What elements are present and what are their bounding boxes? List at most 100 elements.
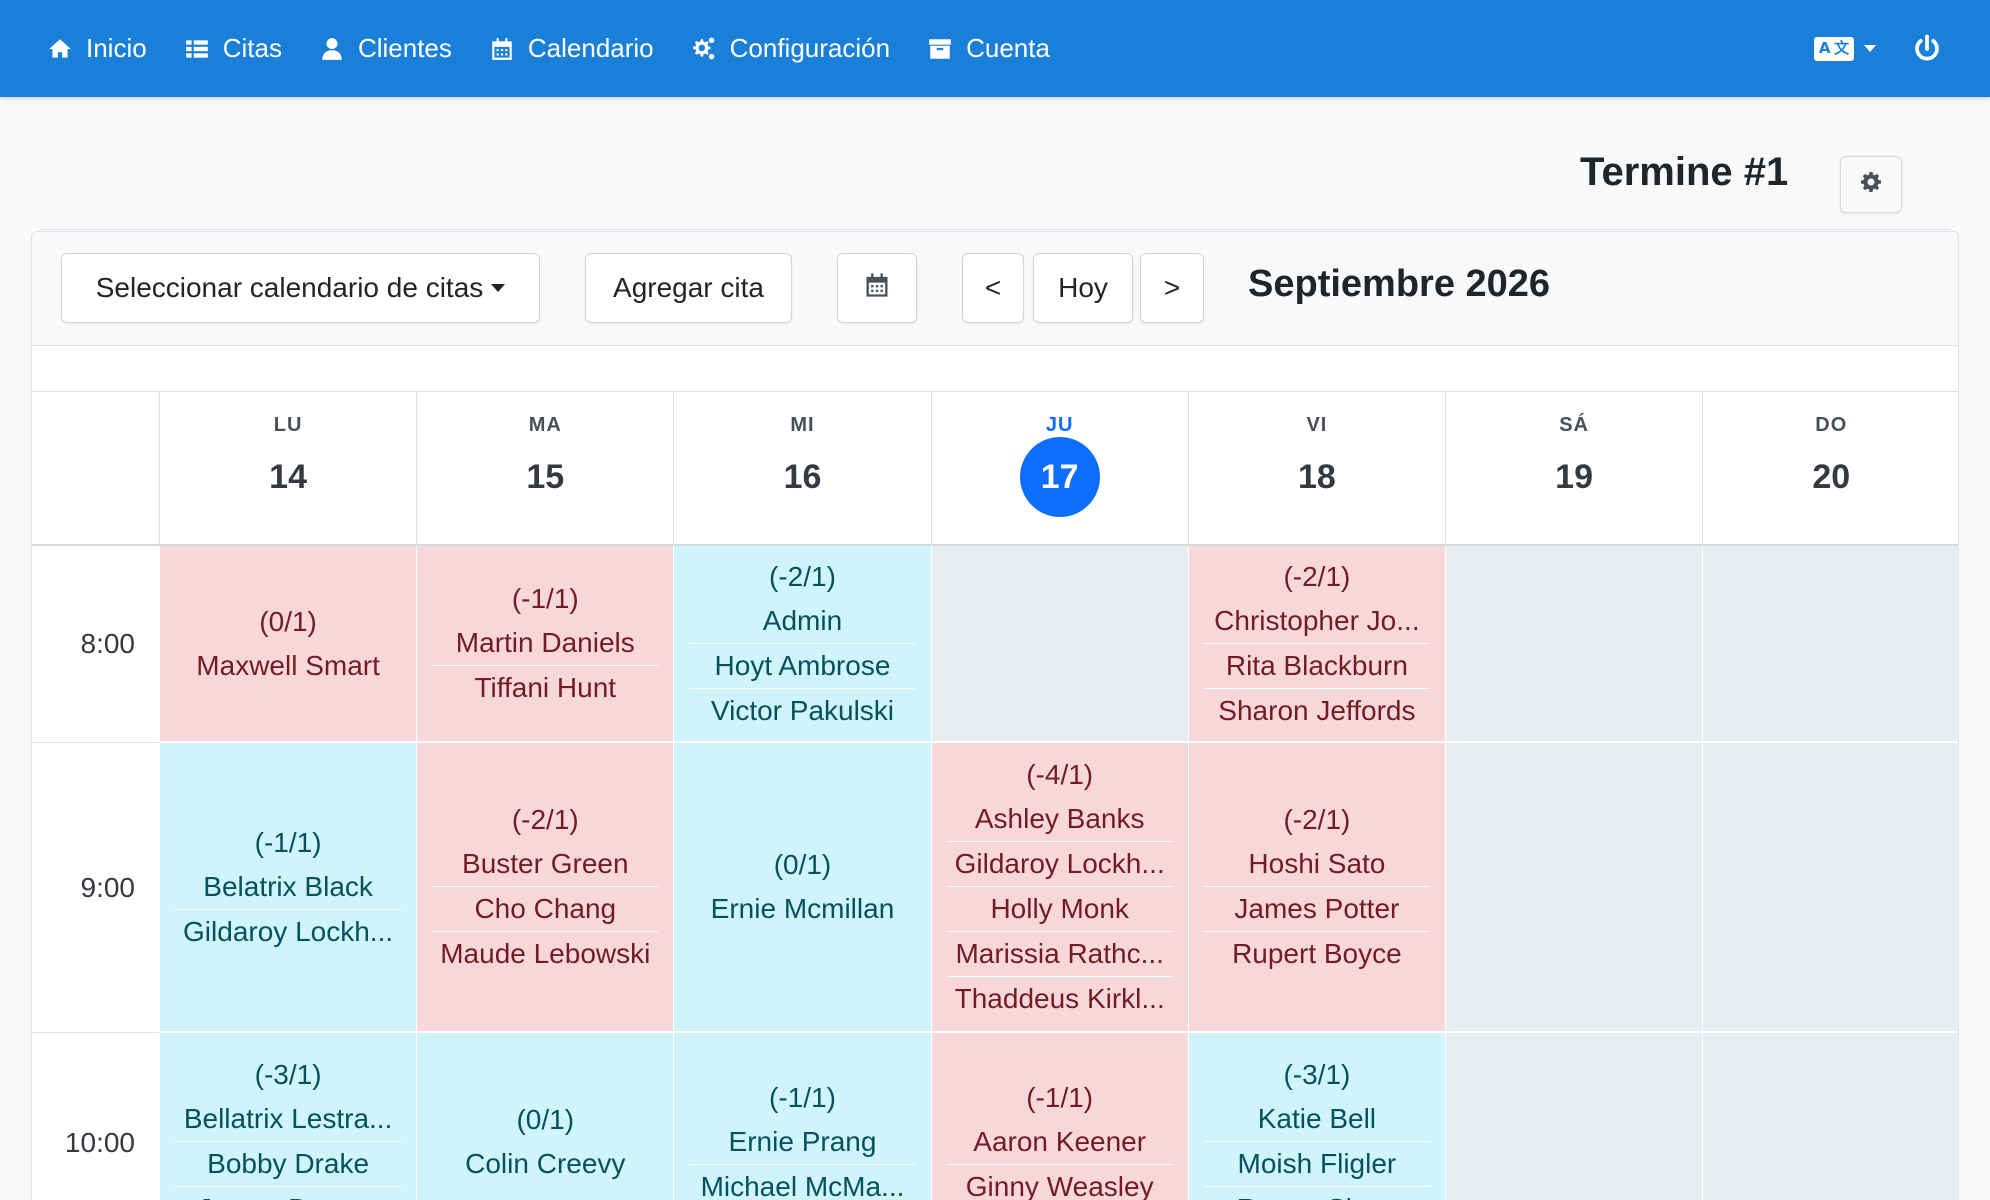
day-date: 17	[932, 437, 1188, 517]
language-icon: A文	[1814, 36, 1854, 61]
client-name[interactable]: Hoyt Ambrose	[689, 642, 916, 688]
client-name[interactable]: Ernie Prang	[689, 1120, 915, 1164]
nav-item-clientes[interactable]: Clientes	[318, 19, 452, 79]
appointment-slot[interactable]: (-3/1) Bellatrix Lestra...Bobby DrakeJame…	[159, 1033, 417, 1200]
client-name[interactable]: Belatrix Black	[175, 865, 401, 909]
appointment-slot[interactable]: (-1/1) Martin Daniels Tiffani Hunt	[416, 546, 674, 743]
client-name[interactable]: Maude Lebowski	[432, 931, 659, 976]
calendar-card: Seleccionar calendario de citas Agregar …	[31, 231, 1959, 1200]
nav-item-label: Inicio	[86, 33, 147, 63]
client-name[interactable]: Rupert Boyce	[1203, 931, 1430, 976]
client-name[interactable]: Martin Daniels	[432, 621, 658, 665]
day-header-ju[interactable]: JU 17	[930, 392, 1188, 546]
client-name[interactable]: James Potter	[1203, 886, 1430, 931]
unavailable-slot	[1702, 1033, 1958, 1200]
day-header-vi[interactable]: VI 18	[1187, 392, 1445, 546]
client-name[interactable]: Sharon Jeffords	[1203, 687, 1430, 733]
appointment-slot[interactable]: (0/1) Ernie Mcmillan	[673, 743, 931, 1033]
day-header-sá[interactable]: SÁ 19	[1445, 392, 1703, 546]
client-name[interactable]: Bellatrix Lestra...	[175, 1097, 401, 1141]
client-name[interactable]: Regan Shaw	[1203, 1186, 1430, 1200]
client-name[interactable]: Ginny Weasley	[946, 1163, 1173, 1200]
power-icon[interactable]	[1912, 34, 1942, 64]
slot-capacity: (-2/1)	[511, 804, 579, 835]
appointment-slot[interactable]: (-1/1) Ernie Prang Michael McMa...	[673, 1033, 931, 1200]
select-calendar-dropdown[interactable]: Seleccionar calendario de citas	[61, 253, 540, 323]
client-name[interactable]: Aaron Keener	[947, 1120, 1173, 1164]
nav-item-calendario[interactable]: Calendario	[488, 19, 654, 79]
client-name[interactable]: Colin Creevy	[432, 1142, 658, 1186]
nav-item-inicio[interactable]: Inicio	[46, 19, 147, 79]
client-name[interactable]: Victor Pakulski	[689, 687, 916, 733]
add-appointment-button[interactable]: Agregar cita	[585, 253, 792, 323]
appointment-slot[interactable]: (0/1) Maxwell Smart	[159, 546, 417, 743]
unavailable-slot	[1445, 546, 1703, 743]
day-name: JU	[1045, 414, 1074, 436]
prev-week-button[interactable]: <	[962, 253, 1024, 323]
nav-item-citas[interactable]: Citas	[183, 19, 282, 79]
client-name[interactable]: Admin	[689, 599, 915, 643]
client-name[interactable]: Michael McMa...	[689, 1163, 916, 1200]
cogs-icon	[690, 35, 718, 63]
slot-capacity: (-3/1)	[1283, 1059, 1351, 1090]
day-header-ma[interactable]: MA 15	[416, 392, 674, 546]
day-header-do[interactable]: DO 20	[1702, 392, 1958, 546]
client-name[interactable]: Ashley Banks	[947, 797, 1173, 841]
nav-item-configuracion[interactable]: Configuración	[690, 19, 890, 79]
today-button[interactable]: Hoy	[1033, 253, 1133, 323]
appointment-slot[interactable]: (-1/1) Belatrix Black Gildaroy Lockh...	[159, 743, 417, 1033]
client-name[interactable]: Hoshi Sato	[1204, 842, 1430, 886]
appointment-slot[interactable]: (-2/1) Buster Green Cho Chang Maude Lebowsk…	[416, 743, 674, 1033]
client-name[interactable]: Ernie Mcmillan	[689, 887, 915, 931]
client-name[interactable]: Christopher Jo...	[1204, 599, 1430, 643]
user-icon	[318, 35, 346, 63]
client-name[interactable]: Gildaroy Lockh...	[946, 841, 1173, 886]
appointment-slot[interactable]: (0/1) Colin Creevy	[416, 1033, 674, 1200]
day-date-number: 14	[269, 458, 307, 496]
appointment-slot[interactable]: (-1/1) Aaron Keener Ginny Weasley	[930, 1033, 1188, 1200]
calendar-icon	[488, 35, 516, 63]
nav-item-label: Clientes	[357, 33, 452, 63]
slot-capacity: (-2/1)	[1283, 804, 1351, 835]
appointment-slot[interactable]: (-2/1) Christopher Jo... Rita Blackburn Sha…	[1187, 546, 1445, 743]
slot-capacity: (-1/1)	[1026, 1081, 1094, 1113]
client-name[interactable]: Katie Bell	[1204, 1097, 1430, 1141]
appointment-slot[interactable]: (-4/1) Ashley Banks Gildaroy Lockh... Holly…	[930, 743, 1188, 1033]
calendar-settings-button[interactable]	[1840, 156, 1902, 213]
nav-item-cuenta[interactable]: Cuenta	[926, 19, 1050, 79]
day-date: 14	[160, 452, 416, 502]
client-name[interactable]: James Dragov	[175, 1186, 402, 1200]
day-name: LU	[273, 414, 303, 436]
next-week-button[interactable]: >	[1140, 253, 1204, 323]
nav-item-label: Configuración	[729, 33, 891, 63]
day-header-mi[interactable]: MI 16	[673, 392, 931, 546]
client-name[interactable]: Gildaroy Lockh...	[175, 908, 402, 954]
nav-item-label: Calendario	[527, 33, 654, 63]
slot-capacity: (0/1)	[773, 849, 832, 880]
date-picker-button[interactable]	[837, 253, 917, 323]
day-date: 19	[1446, 452, 1702, 502]
appointment-slot[interactable]: (-3/1) Katie BellMoish FliglerRegan Shaw	[1187, 1033, 1445, 1200]
nav-menu: Inicio Citas Clientes Calendario Configu…	[46, 0, 1086, 97]
archive-icon	[926, 35, 954, 63]
client-name[interactable]: Maxwell Smart	[175, 644, 401, 688]
time-slot-label: 9:00	[32, 743, 159, 1033]
client-name[interactable]: Holly Monk	[946, 886, 1173, 931]
client-name[interactable]: Tiffani Hunt	[432, 665, 659, 710]
calendar-icon	[863, 271, 891, 306]
client-name[interactable]: Thaddeus Kirkl...	[946, 976, 1173, 1021]
chevron-down-icon	[1864, 45, 1876, 52]
appointment-slot[interactable]: (-2/1) Admin Hoyt Ambrose Victor Pakulski	[673, 546, 931, 743]
client-name[interactable]: Marissia Rathc...	[946, 931, 1173, 976]
client-name[interactable]: Rita Blackburn	[1203, 642, 1430, 688]
client-name[interactable]: Moish Fligler	[1203, 1141, 1430, 1186]
language-dropdown[interactable]: A文	[1814, 36, 1876, 61]
client-name[interactable]: Buster Green	[432, 842, 658, 886]
day-header-lu[interactable]: LU 14	[159, 392, 417, 546]
chevron-down-icon	[491, 284, 506, 292]
appointment-slot[interactable]: (-2/1) Hoshi Sato James Potter Rupert Boyce	[1187, 743, 1445, 1033]
client-name[interactable]: Cho Chang	[432, 886, 659, 931]
all-day-row	[32, 346, 1958, 392]
client-name[interactable]: Bobby Drake	[175, 1141, 402, 1186]
top-navbar: Inicio Citas Clientes Calendario Configu…	[0, 0, 1990, 97]
